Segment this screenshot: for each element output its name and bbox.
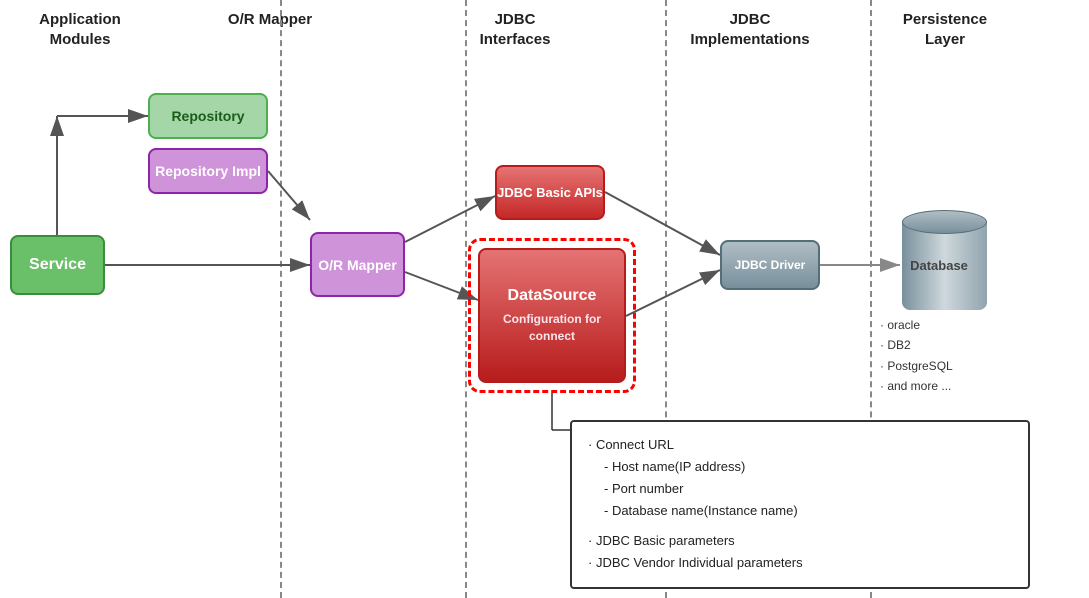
jdbc-basic-box: JDBC Basic APIs bbox=[495, 165, 605, 220]
cylinder-top bbox=[902, 210, 987, 234]
info-line-1: · Connect URL bbox=[588, 434, 1012, 456]
header-app-modules: ApplicationModules bbox=[10, 10, 150, 49]
info-box: · Connect URL - Host name(IP address) - … bbox=[570, 420, 1030, 589]
repository-box: Repository bbox=[148, 93, 268, 139]
header-persistence: PersistenceLayer bbox=[875, 10, 1015, 49]
orm-box: O/R Mapper bbox=[310, 232, 405, 297]
info-line-2: - Host name(IP address) bbox=[588, 456, 1012, 478]
jdbc-driver-box: JDBC Driver bbox=[720, 240, 820, 290]
db-list-item-2: · DB2 bbox=[880, 335, 953, 355]
db-list: · oracle · DB2 · PostgreSQL · and more .… bbox=[880, 315, 953, 397]
header-jdbc-interfaces: JDBCInterfaces bbox=[415, 10, 615, 49]
info-line-6: · JDBC Vendor Individual parameters bbox=[588, 552, 1012, 574]
config-connect-label: Configuration for connect bbox=[480, 311, 624, 345]
info-line-4: - Database name(Instance name) bbox=[588, 500, 1012, 522]
header-jdbc-impl: JDBCImplementations bbox=[665, 10, 835, 49]
orm-label: O/R Mapper bbox=[318, 257, 397, 273]
datasource-box: DataSource Configuration for connect bbox=[478, 248, 626, 383]
database-label: Database bbox=[895, 258, 983, 273]
service-label: Service bbox=[29, 256, 86, 274]
service-box: Service bbox=[10, 235, 105, 295]
repository-label: Repository bbox=[171, 108, 244, 124]
db-list-item-3: · PostgreSQL bbox=[880, 356, 953, 376]
repository-impl-label: Repository Impl bbox=[155, 163, 261, 179]
divider-1 bbox=[280, 0, 282, 598]
header-orm: O/R Mapper bbox=[200, 10, 340, 30]
db-list-item-1: · oracle bbox=[880, 315, 953, 335]
diagram: ApplicationModules O/R Mapper JDBCInterf… bbox=[0, 0, 1089, 598]
info-line-3: - Port number bbox=[588, 478, 1012, 500]
repository-impl-box: Repository Impl bbox=[148, 148, 268, 194]
jdbc-driver-label: JDBC Driver bbox=[735, 258, 806, 272]
divider-2 bbox=[465, 0, 467, 598]
info-line-5: · JDBC Basic parameters bbox=[588, 530, 1012, 552]
datasource-title: DataSource bbox=[508, 287, 597, 305]
jdbc-basic-label: JDBC Basic APIs bbox=[497, 185, 603, 200]
db-list-item-4: · and more ... bbox=[880, 376, 953, 396]
